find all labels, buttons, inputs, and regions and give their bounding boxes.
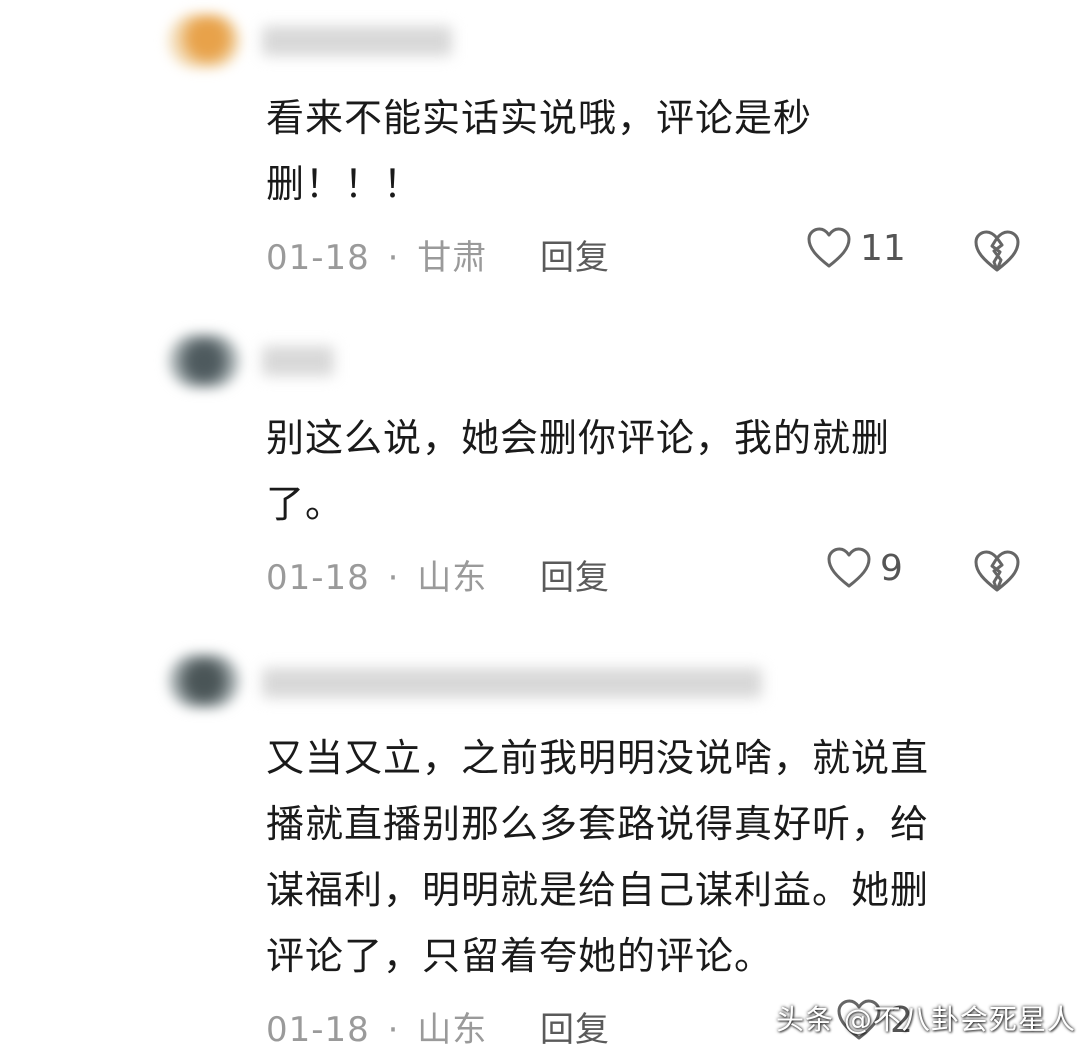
comment-date: 01-18 <box>266 558 370 598</box>
like-button[interactable]: 11 <box>806 226 906 270</box>
like-count: 9 <box>880 547 903 589</box>
comment-date: 01-18 <box>266 1010 370 1050</box>
broken-heart-icon[interactable] <box>972 228 1022 274</box>
username-blurred[interactable] <box>262 346 334 376</box>
comment-meta: 01-18 · 甘肃 <box>266 230 487 279</box>
comment-text-line: 删！！！ <box>266 162 423 206</box>
meta-separator: · <box>387 558 400 598</box>
comment-location: 山东 <box>417 1010 488 1050</box>
heart-outline-icon <box>827 547 871 588</box>
watermark: 头条 @不八卦会死星人 <box>776 1003 1076 1036</box>
comment-meta: 01-18 · 山东 <box>266 550 487 599</box>
comment-text-line: 谋福利，明明就是给自己谋利益。她删 <box>266 868 930 912</box>
meta-separator: · <box>387 1010 400 1050</box>
reply-button[interactable]: 回复 <box>540 230 610 279</box>
comment-text-line: 又当又立，之前我明明没说啥，就说直 <box>266 736 930 780</box>
comment-location: 甘肃 <box>417 238 488 278</box>
heart-outline-icon <box>807 227 851 268</box>
comment-date: 01-18 <box>266 238 370 278</box>
comment-meta: 01-18 · 山东 <box>266 1002 487 1051</box>
reply-button[interactable]: 回复 <box>540 1002 610 1051</box>
comment-text-line: 评论了，只留着夸她的评论。 <box>266 934 774 978</box>
comment-text-line: 播就直播别那么多套路说得真好听，给 <box>266 802 930 846</box>
meta-separator: · <box>387 238 400 278</box>
like-button[interactable]: 9 <box>826 546 903 590</box>
comment-text-line: 看来不能实话实说哦，评论是秒 <box>266 96 813 140</box>
reply-button[interactable]: 回复 <box>540 550 610 599</box>
comment-text-line: 别这么说，她会删你评论，我的就删 <box>266 416 891 460</box>
comment-location: 山东 <box>417 558 488 598</box>
avatar[interactable] <box>168 14 240 68</box>
avatar[interactable] <box>168 654 240 708</box>
like-count: 11 <box>860 227 906 269</box>
comment-text-line: 了。 <box>266 482 345 526</box>
username-blurred[interactable] <box>262 26 452 56</box>
broken-heart-icon[interactable] <box>972 548 1022 594</box>
avatar[interactable] <box>168 334 240 388</box>
username-blurred[interactable] <box>262 668 762 698</box>
